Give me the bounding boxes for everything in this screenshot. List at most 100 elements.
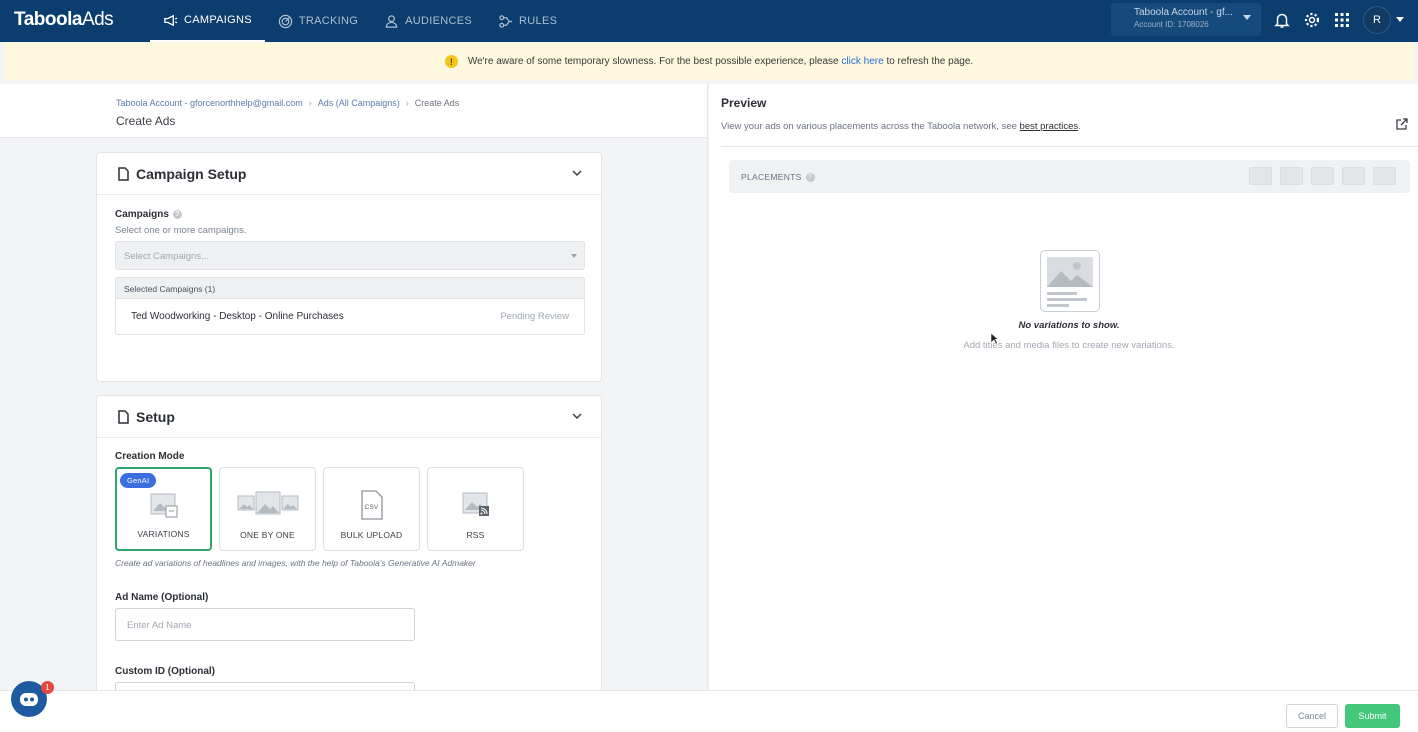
placement-feed-icon[interactable] — [1342, 167, 1365, 185]
submit-button[interactable]: Submit — [1345, 704, 1400, 728]
person-icon — [385, 14, 398, 28]
account-name: Taboola Account - gf... — [1134, 7, 1233, 18]
taboola-ads-logo[interactable]: TaboolaAds — [14, 9, 114, 31]
preview-panel: Preview View your ads on various placeme… — [709, 84, 1418, 690]
campaign-setup-header[interactable]: Campaign Setup — [97, 153, 601, 195]
campaign-name: Ted Woodworking - Desktop - Online Purch… — [131, 311, 344, 322]
breadcrumb-ads[interactable]: Ads (All Campaigns) — [318, 98, 400, 108]
help-icon[interactable]: ? — [805, 173, 815, 183]
mode-one-by-one[interactable]: ONE BY ONE — [219, 467, 316, 551]
breadcrumb-separator: › — [405, 98, 409, 108]
custom-id-label: Custom ID (Optional) — [115, 666, 215, 677]
warning-icon: ! — [444, 55, 458, 68]
document-icon — [118, 166, 129, 181]
nav-campaigns-label: CAMPAIGNS — [184, 14, 252, 26]
top-nav: TaboolaAds CAMPAIGNS TRACKING AUDIENCES … — [0, 0, 1418, 42]
account-switcher[interactable]: Taboola Account - gf... Account ID: 1708… — [1111, 3, 1261, 36]
best-practices-link[interactable]: best practices — [1020, 121, 1079, 132]
custom-id-input[interactable] — [115, 682, 415, 690]
chevron-down-icon[interactable] — [571, 410, 583, 422]
cancel-button[interactable]: Cancel — [1286, 704, 1338, 728]
tracking-icon — [278, 14, 293, 28]
campaigns-select[interactable]: Select Campaigns... — [115, 241, 585, 270]
mode-bulk-upload[interactable]: CSV BULK UPLOAD — [323, 467, 420, 551]
campaign-setup-card: Campaign Setup Campaigns? Select one or … — [96, 152, 602, 382]
nav-campaigns[interactable]: CAMPAIGNS — [150, 0, 265, 42]
mode-bulk-upload-label: BULK UPLOAD — [340, 530, 403, 540]
genai-badge: GenAI — [120, 473, 157, 488]
apps-grid-icon[interactable] — [1333, 11, 1351, 29]
ad-name-label: Ad Name (Optional) — [115, 592, 209, 603]
selected-campaigns-table: Selected Campaigns (1) Ted Woodworking -… — [115, 277, 585, 335]
refresh-link[interactable]: click here — [841, 56, 883, 67]
rss-icon — [462, 492, 489, 516]
main-nav: CAMPAIGNS TRACKING AUDIENCES RULES — [150, 0, 570, 42]
chevron-down-icon — [1243, 15, 1251, 20]
avatar-chevron-icon[interactable] — [1396, 17, 1404, 22]
chatbot-icon — [20, 693, 38, 706]
selected-campaigns-header: Selected Campaigns (1) — [116, 278, 584, 299]
notification-badge: 1 — [41, 681, 54, 694]
empty-preview-icon — [1040, 250, 1100, 312]
csv-file-icon: CSV — [360, 490, 383, 520]
campaign-setup-title: Campaign Setup — [136, 165, 247, 182]
gear-icon[interactable] — [1303, 11, 1321, 29]
placements-bar: PLACEMENTS? — [729, 160, 1410, 193]
divider — [721, 146, 1418, 147]
placement-icons — [1249, 167, 1396, 185]
svg-text:CSV: CSV — [364, 504, 378, 511]
placement-tablet-icon[interactable] — [1280, 167, 1303, 185]
account-id: Account ID: 1708026 — [1134, 20, 1209, 29]
mode-variations-label: VARIATIONS — [137, 529, 190, 539]
banner-text: We're aware of some temporary slowness. … — [467, 56, 974, 67]
rules-icon — [499, 14, 513, 28]
external-link-icon[interactable] — [1395, 118, 1408, 131]
page-title: Create Ads — [116, 114, 176, 128]
breadcrumb-account[interactable]: Taboola Account - gforcenorthhelp@gmail.… — [116, 98, 303, 108]
preview-subtitle: View your ads on various placements acro… — [721, 121, 1081, 132]
mode-variations[interactable]: GenAI VARIATIONS — [115, 467, 212, 551]
table-row[interactable]: Ted Woodworking - Desktop - Online Purch… — [116, 299, 584, 334]
creation-mode-options: GenAI VARIATIONS ONE BY ONE CSV BULK UPL… — [115, 467, 524, 551]
nav-tracking-label: TRACKING — [298, 15, 359, 27]
document-icon — [118, 409, 129, 424]
preview-title: Preview — [721, 96, 767, 110]
empty-preview-hint: Add titles and media files to create new… — [963, 340, 1175, 351]
placements-label: PLACEMENTS — [741, 172, 802, 182]
placement-mobile-icon[interactable] — [1311, 167, 1334, 185]
create-ads-form: Taboola Account - gforcenorthhelp@gmail.… — [0, 84, 708, 690]
campaigns-label: Campaigns? — [115, 209, 182, 220]
page-header: Taboola Account - gforcenorthhelp@gmail.… — [0, 84, 707, 138]
variations-icon — [150, 493, 177, 518]
one-by-one-icon — [237, 491, 298, 515]
campaigns-select-placeholder: Select Campaigns... — [124, 251, 210, 262]
bell-icon[interactable] — [1273, 11, 1291, 29]
megaphone-icon — [164, 14, 178, 26]
mode-rss[interactable]: RSS — [427, 467, 524, 551]
chevron-down-icon[interactable] — [571, 167, 583, 179]
breadcrumb-current: Create Ads — [414, 98, 460, 108]
campaigns-hint: Select one or more campaigns. — [115, 225, 247, 236]
chevron-down-icon — [571, 254, 577, 258]
avatar[interactable]: R — [1363, 6, 1391, 34]
setup-title: Setup — [136, 408, 175, 425]
breadcrumb-separator: › — [308, 98, 312, 108]
slowness-banner: ! We're aware of some temporary slowness… — [4, 43, 1414, 80]
nav-rules-label: RULES — [519, 15, 558, 27]
nav-audiences[interactable]: AUDIENCES — [371, 0, 485, 42]
placement-desktop-icon[interactable] — [1249, 167, 1272, 185]
creation-mode-hint: Create ad variations of headlines and im… — [115, 558, 476, 568]
help-icon[interactable]: ? — [172, 209, 182, 219]
mouse-cursor-icon — [990, 332, 999, 345]
placement-article-icon[interactable] — [1373, 167, 1396, 185]
creation-mode-label: Creation Mode — [115, 451, 185, 462]
empty-preview-title: No variations to show. — [1018, 320, 1120, 331]
nav-rules[interactable]: RULES — [485, 0, 570, 42]
campaign-status: Pending Review — [500, 311, 569, 322]
setup-header[interactable]: Setup — [97, 396, 601, 438]
setup-card: Setup Creation Mode GenAI VARIATIONS ONE… — [96, 395, 602, 690]
mode-rss-label: RSS — [466, 530, 485, 540]
nav-tracking[interactable]: TRACKING — [265, 0, 371, 42]
ad-name-input[interactable]: Enter Ad Name — [115, 608, 415, 641]
nav-audiences-label: AUDIENCES — [405, 15, 473, 27]
